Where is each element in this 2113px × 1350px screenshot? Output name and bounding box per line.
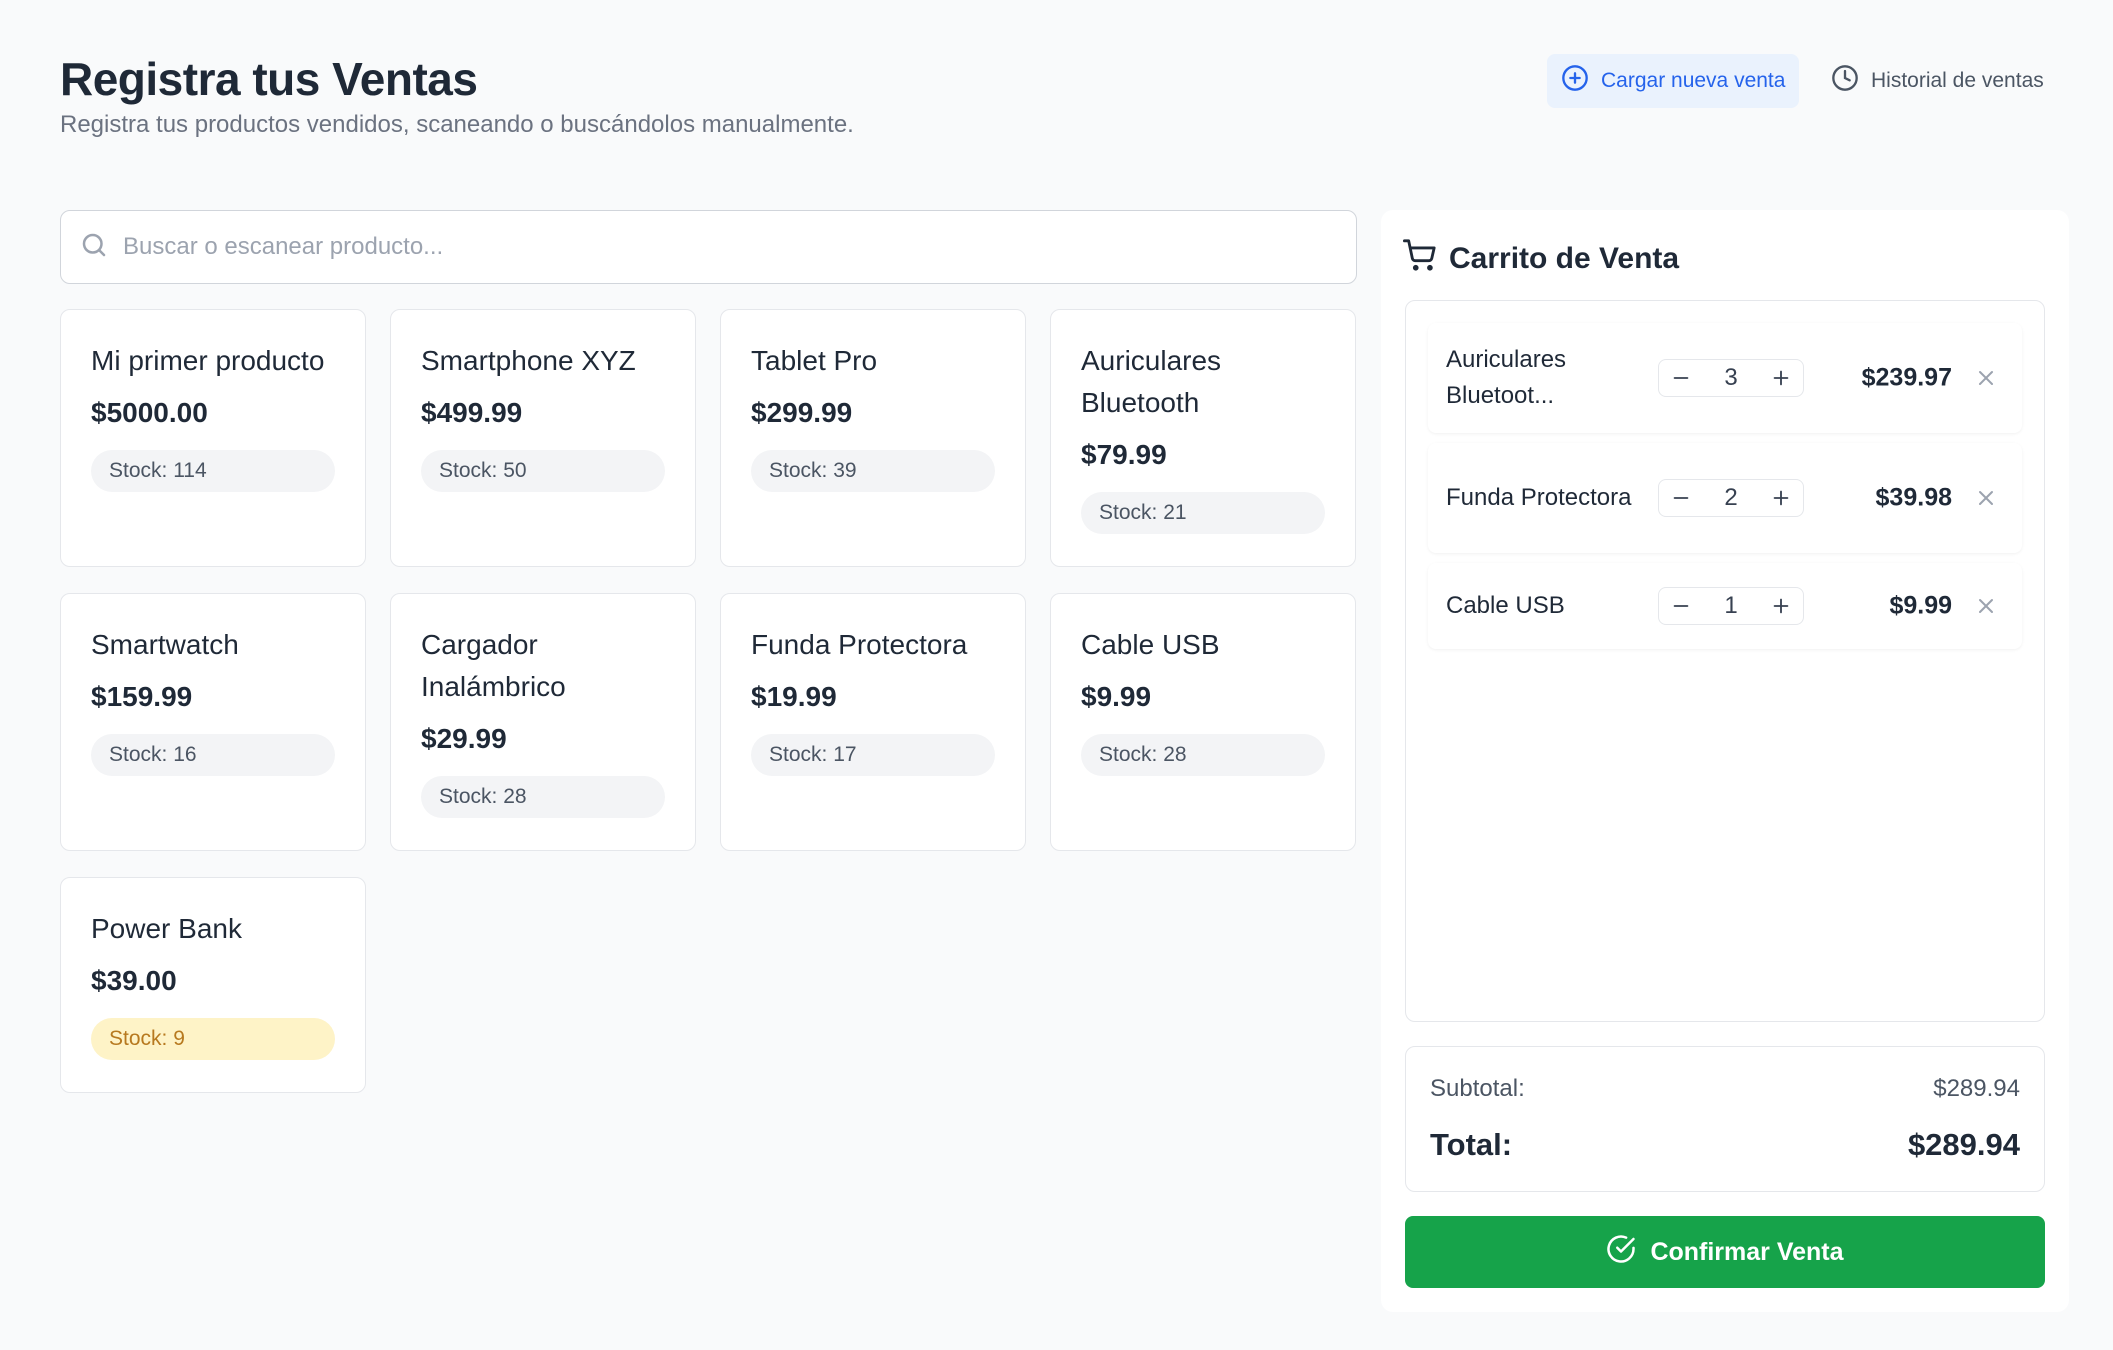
product-card[interactable]: Smartphone XYZ $499.99 Stock: 50 — [390, 309, 696, 567]
plus-circle-icon — [1561, 64, 1589, 98]
cart-icon — [1403, 238, 1437, 280]
search-input[interactable] — [123, 233, 1323, 261]
total-value: $289.94 — [1907, 1127, 2020, 1162]
quantity-stepper: 3 — [1658, 359, 1804, 397]
new-sale-label: Cargar nueva venta — [1601, 69, 1786, 92]
minus-icon — [1673, 377, 1689, 379]
product-price: $29.99 — [421, 723, 507, 754]
stock-badge: Stock: 114 — [91, 450, 335, 492]
cart-item-total: $9.99 — [1889, 591, 1952, 620]
increment-button[interactable] — [1759, 480, 1803, 516]
decrement-button[interactable] — [1659, 588, 1703, 624]
cart-panel: Carrito de Venta Auriculares Bluetoot...… — [1381, 210, 2069, 1312]
check-circle-icon — [1606, 1234, 1636, 1271]
subtotal-value: $289.94 — [1933, 1075, 2020, 1102]
search-bar[interactable] — [60, 210, 1357, 284]
cart-item: Cable USB 1 $9.99 — [1428, 563, 2022, 649]
decrement-button[interactable] — [1659, 480, 1703, 516]
stock-badge: Stock: 17 — [751, 734, 995, 776]
product-name: Smartwatch — [91, 629, 239, 660]
subtotal-row: Subtotal: $289.94 — [1430, 1075, 2020, 1103]
sales-page: Registra tus Ventas Registra tus product… — [0, 0, 2113, 1350]
confirm-sale-button[interactable]: Confirmar Venta — [1405, 1216, 2045, 1288]
product-card[interactable]: Mi primer producto $5000.00 Stock: 114 — [60, 309, 366, 567]
page-title: Registra tus Ventas — [60, 53, 478, 105]
product-card[interactable]: Auriculares Bluetooth $79.99 Stock: 21 — [1050, 309, 1356, 567]
remove-item-button[interactable] — [1972, 364, 2000, 392]
product-name: Auriculares Bluetooth — [1081, 345, 1222, 418]
cart-item-list: Auriculares Bluetoot... 3 $239.97 Funda … — [1405, 300, 2045, 1022]
quantity-value: 3 — [1724, 364, 1738, 391]
remove-item-button[interactable] — [1972, 592, 2000, 620]
product-card[interactable]: Cargador Inalámbrico $29.99 Stock: 28 — [390, 593, 696, 851]
quantity-value: 2 — [1724, 484, 1738, 511]
product-price: $19.99 — [751, 681, 837, 712]
increment-button[interactable] — [1759, 360, 1803, 396]
quantity-stepper: 1 — [1658, 587, 1804, 625]
product-price: $5000.00 — [91, 397, 208, 428]
sales-history-label: Historial de ventas — [1871, 69, 2044, 92]
total-label: Total: — [1430, 1127, 1513, 1162]
product-price: $299.99 — [751, 397, 853, 428]
close-icon — [1979, 599, 1993, 613]
remove-item-button[interactable] — [1972, 484, 2000, 512]
cart-header: Carrito de Venta — [1403, 238, 1679, 280]
stock-badge: Stock: 28 — [1081, 734, 1325, 776]
close-icon — [1979, 371, 1993, 385]
product-card[interactable]: Funda Protectora $19.99 Stock: 17 — [720, 593, 1026, 851]
product-price: $39.00 — [91, 965, 177, 996]
stock-badge: Stock: 28 — [421, 776, 665, 818]
minus-icon — [1673, 605, 1689, 607]
stock-badge: Stock: 16 — [91, 734, 335, 776]
confirm-sale-label: Confirmar Venta — [1650, 1237, 1844, 1266]
stock-badge: Stock: 21 — [1081, 492, 1325, 534]
cart-item-name: Funda Protectora — [1446, 484, 1632, 511]
product-card[interactable]: Cable USB $9.99 Stock: 28 — [1050, 593, 1356, 851]
page-subtitle: Registra tus productos vendidos, scanean… — [60, 111, 854, 138]
product-name: Funda Protectora — [751, 629, 968, 660]
cart-item-total: $239.97 — [1861, 363, 1952, 392]
product-name: Smartphone XYZ — [421, 345, 636, 376]
cart-item: Auriculares Bluetoot... 3 $239.97 — [1428, 323, 2022, 433]
plus-icon — [1773, 598, 1789, 614]
product-price: $159.99 — [91, 681, 193, 712]
decrement-button[interactable] — [1659, 360, 1703, 396]
product-name: Tablet Pro — [751, 345, 878, 376]
product-name: Power Bank — [91, 913, 242, 944]
product-price: $79.99 — [1081, 439, 1167, 470]
product-card[interactable]: Power Bank $39.00 Stock: 9 — [60, 877, 366, 1093]
new-sale-button[interactable]: Cargar nueva venta — [1547, 54, 1800, 108]
low-stock-badge: Stock: 9 — [91, 1018, 335, 1060]
cart-item-name: Cable USB — [1446, 592, 1565, 619]
clock-icon — [1831, 64, 1859, 98]
search-icon — [79, 230, 109, 265]
sales-history-button[interactable]: Historial de ventas — [1817, 54, 2058, 108]
product-card[interactable]: Smartwatch $159.99 Stock: 16 — [60, 593, 366, 851]
cart-item-name: Auriculares Bluetoot... — [1446, 346, 1567, 409]
product-name: Cable USB — [1081, 629, 1220, 660]
quantity-value: 1 — [1724, 592, 1738, 619]
total-row: Total: $289.94 — [1430, 1127, 2020, 1163]
cart-title: Carrito de Venta — [1449, 242, 1680, 275]
increment-button[interactable] — [1759, 588, 1803, 624]
cart-item-total: $39.98 — [1875, 483, 1952, 512]
quantity-stepper: 2 — [1658, 479, 1804, 517]
plus-icon — [1773, 490, 1789, 506]
product-name: Mi primer producto — [91, 345, 325, 376]
product-name: Cargador Inalámbrico — [421, 629, 566, 702]
close-icon — [1979, 491, 1993, 505]
product-price: $9.99 — [1081, 681, 1152, 712]
stock-badge: Stock: 50 — [421, 450, 665, 492]
subtotal-label: Subtotal: — [1430, 1075, 1525, 1102]
product-card[interactable]: Tablet Pro $299.99 Stock: 39 — [720, 309, 1026, 567]
stock-badge: Stock: 39 — [751, 450, 995, 492]
product-price: $499.99 — [421, 397, 523, 428]
cart-item: Funda Protectora 2 $39.98 — [1428, 443, 2022, 553]
totals-box: Subtotal: $289.94 Total: $289.94 — [1405, 1046, 2045, 1192]
plus-icon — [1773, 370, 1789, 386]
minus-icon — [1673, 497, 1689, 499]
